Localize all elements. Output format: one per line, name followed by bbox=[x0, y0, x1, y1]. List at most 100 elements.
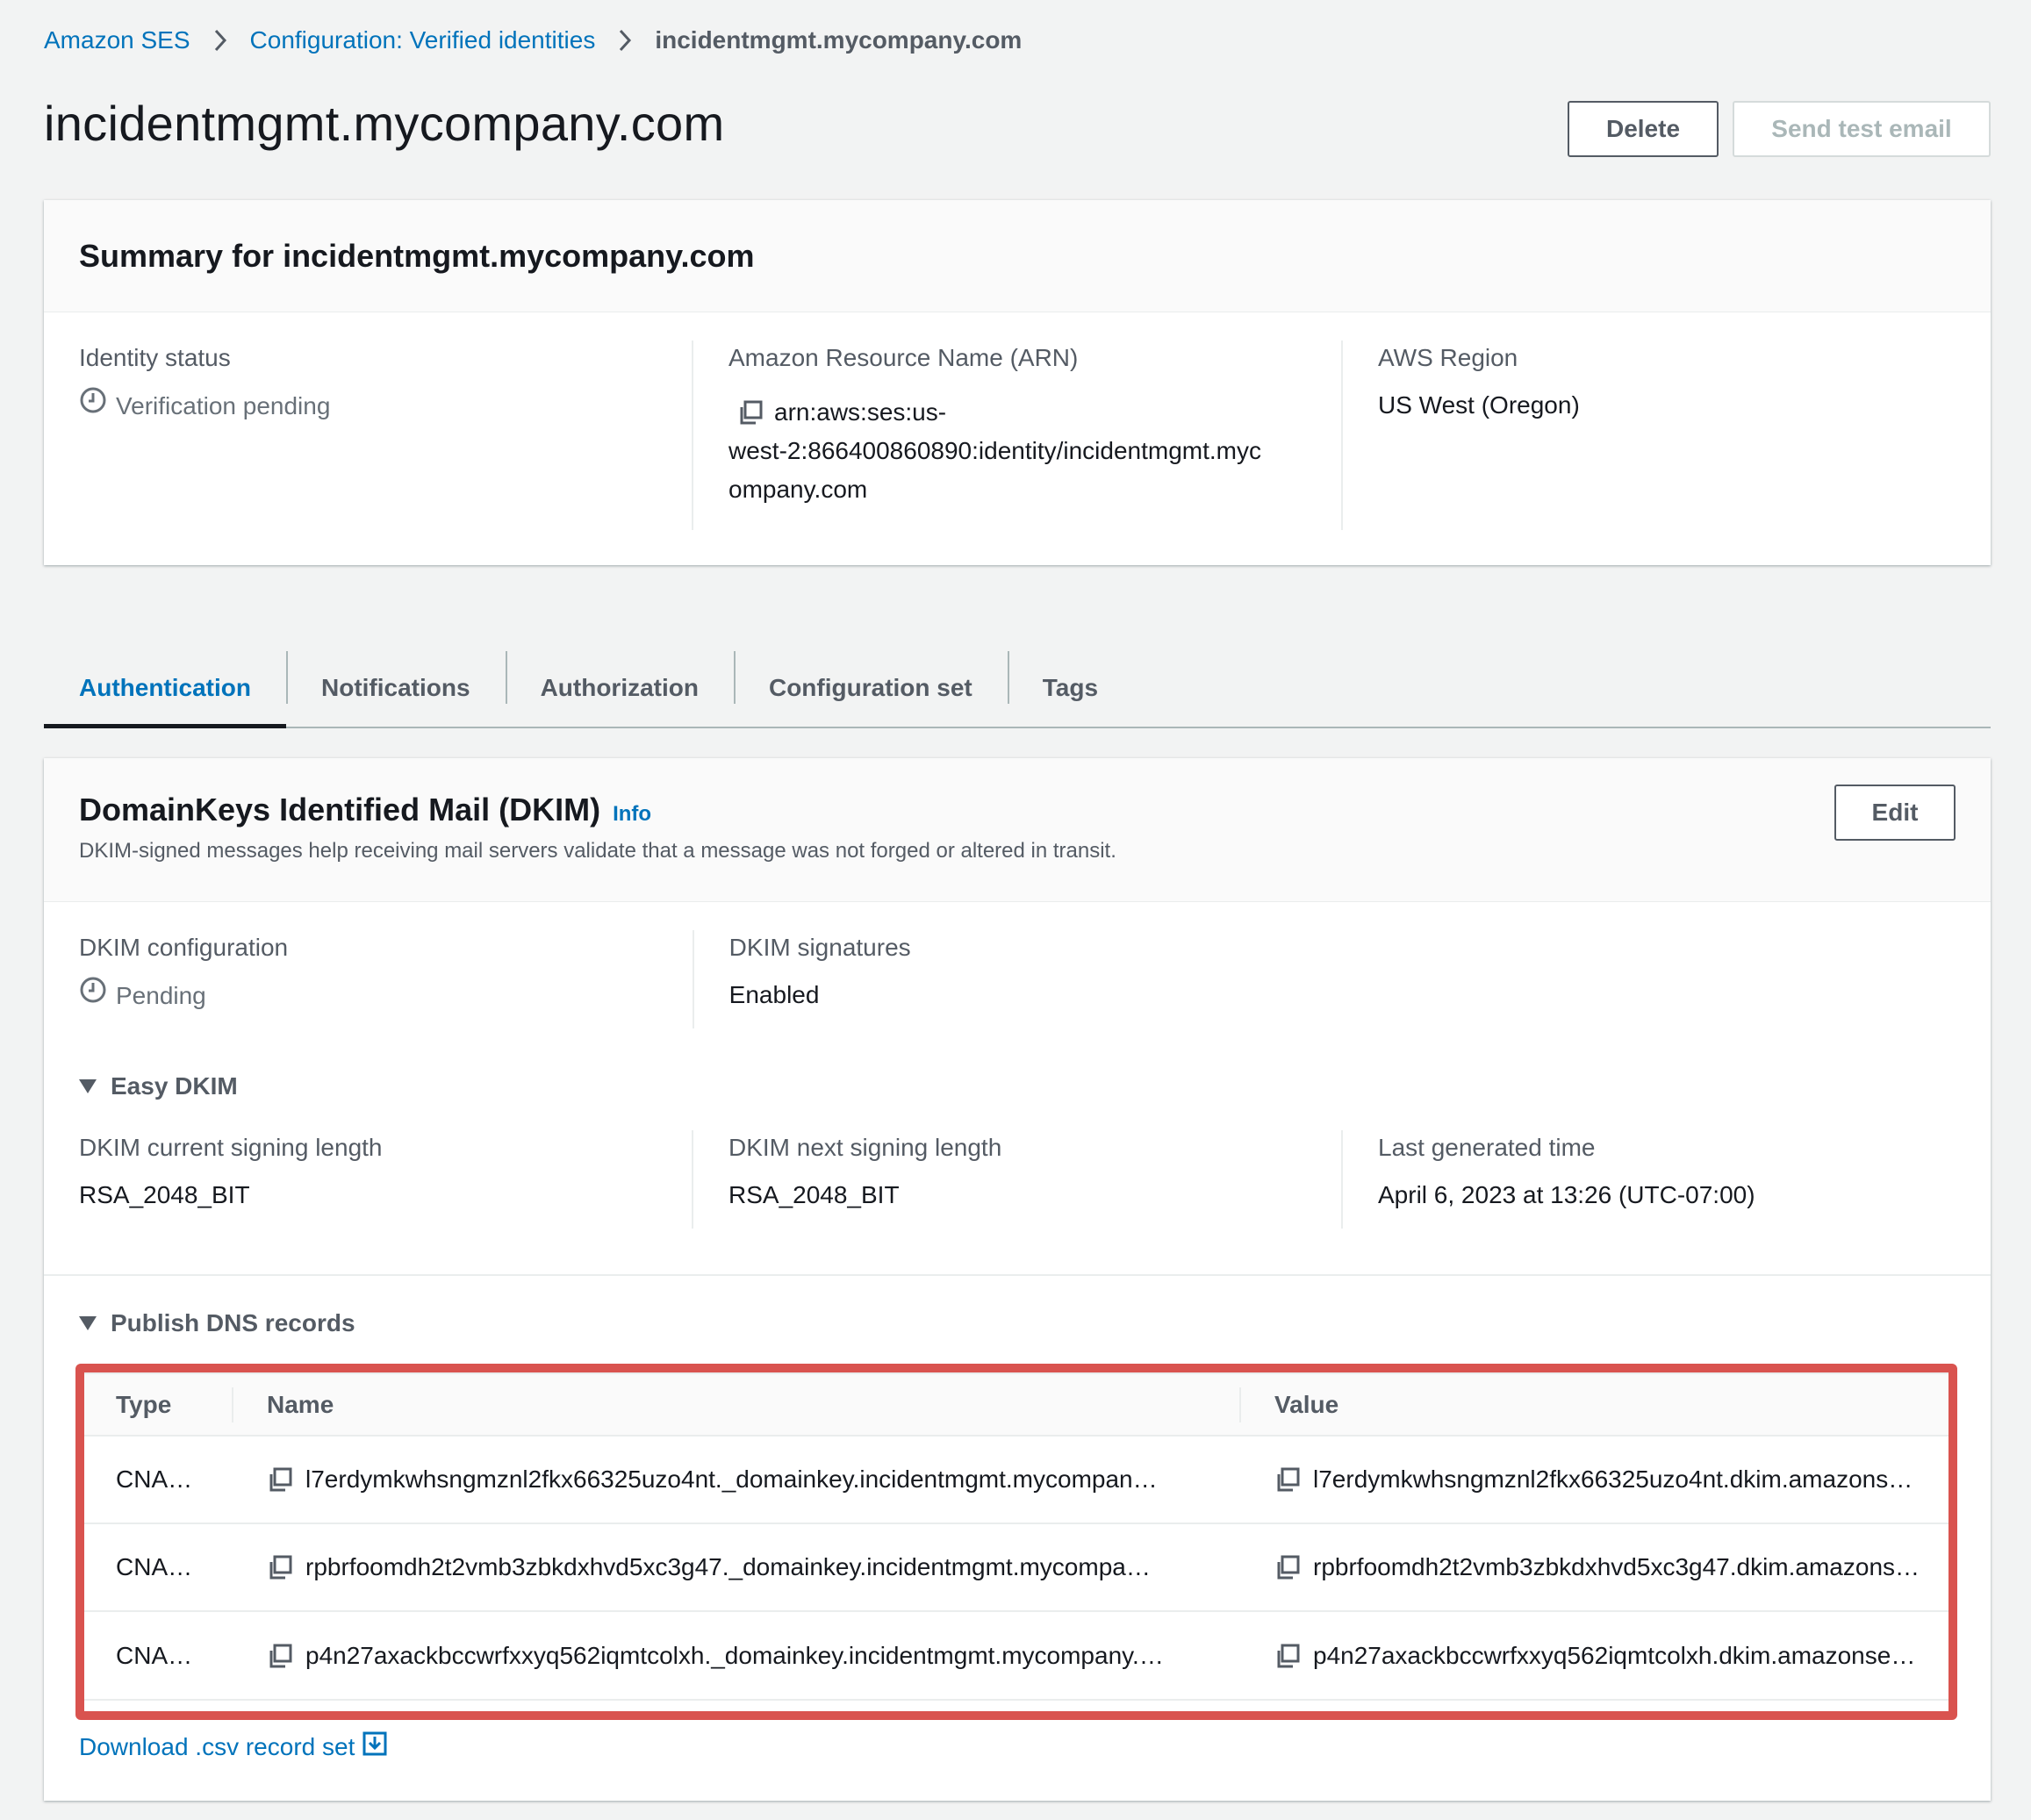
record-name-cell: rpbrfoomdh2t2vmb3zbkdxhvd5xc3g47._domain… bbox=[232, 1523, 1239, 1612]
download-csv-link[interactable]: Download .csv record set bbox=[79, 1730, 388, 1763]
dkim-config-value: Pending bbox=[79, 976, 657, 1015]
table-row: CNAME rpbrfoomdh2t2vmb3zbkdxhvd5xc3g47._… bbox=[81, 1523, 1957, 1612]
dkim-panel: DomainKeys Identified Mail (DKIM) Info D… bbox=[44, 758, 1991, 1801]
summary-header: Summary for incidentmgmt.mycompany.com bbox=[44, 200, 1991, 312]
summary-panel: Summary for incidentmgmt.mycompany.com I… bbox=[44, 200, 1991, 565]
tab-configuration-set[interactable]: Configuration set bbox=[733, 649, 1008, 727]
breadcrumb-current: incidentmgmt.mycompany.com bbox=[655, 26, 1023, 54]
next-length-label: DKIM next signing length bbox=[728, 1134, 1002, 1161]
record-value-cell: l7erdymkwhsngmznl2fkx66325uzo4nt.dkim.am… bbox=[1239, 1436, 1957, 1524]
record-name-cell: p4n27axackbccwrfxxyq562iqmtcolxh._domain… bbox=[232, 1611, 1239, 1699]
clock-icon bbox=[79, 386, 107, 426]
copy-icon[interactable] bbox=[1274, 1466, 1301, 1493]
chevron-right-icon bbox=[618, 28, 632, 53]
chevron-right-icon bbox=[213, 28, 227, 53]
clock-icon bbox=[79, 976, 107, 1015]
next-length-col: DKIM next signing length RSA_2048_BIT bbox=[692, 1130, 1341, 1229]
identity-status-col: Identity status Verification pending bbox=[44, 340, 692, 530]
record-value-cell: p4n27axackbccwrfxxyq562iqmtcolxh.dkim.am… bbox=[1239, 1611, 1957, 1699]
summary-grid: Identity status Verification pending Ama… bbox=[44, 340, 1991, 530]
tab-notifications[interactable]: Notifications bbox=[286, 649, 506, 727]
current-length-value: RSA_2048_BIT bbox=[79, 1181, 250, 1208]
identity-status-label: Identity status bbox=[79, 344, 231, 371]
easy-dkim-toggle[interactable]: Easy DKIM bbox=[79, 1072, 238, 1100]
record-name: rpbrfoomdh2t2vmb3zbkdxhvd5xc3g47._domain… bbox=[305, 1553, 1151, 1580]
region-label: AWS Region bbox=[1378, 344, 1518, 371]
copy-icon[interactable] bbox=[267, 1554, 293, 1580]
summary-heading: Summary for incidentmgmt.mycompany.com bbox=[79, 237, 755, 274]
caret-down-icon bbox=[79, 1079, 97, 1093]
divider bbox=[44, 1274, 1991, 1276]
easy-dkim-grid: DKIM current signing length RSA_2048_BIT… bbox=[44, 1130, 1991, 1229]
breadcrumb: Amazon SES Configuration: Verified ident… bbox=[44, 23, 1022, 58]
identity-status-text: Verification pending bbox=[116, 391, 331, 419]
column-header-value[interactable]: Value bbox=[1239, 1374, 1957, 1437]
record-type: CNAME bbox=[81, 1523, 232, 1612]
last-generated-value: April 6, 2023 at 13:26 (UTC-07:00) bbox=[1378, 1181, 1755, 1208]
current-length-label: DKIM current signing length bbox=[79, 1134, 383, 1161]
copy-icon[interactable] bbox=[1274, 1643, 1301, 1669]
next-length-value: RSA_2048_BIT bbox=[728, 1181, 900, 1208]
empty-col bbox=[1342, 930, 1991, 1028]
tab-bar: Authentication Notifications Authorizati… bbox=[44, 649, 1991, 728]
current-length-col: DKIM current signing length RSA_2048_BIT bbox=[44, 1130, 692, 1229]
breadcrumb-verified-identities[interactable]: Configuration: Verified identities bbox=[250, 26, 596, 54]
dns-records-table: Type Name Value CNAME l7erdymkwhsngmznl2… bbox=[79, 1372, 1957, 1701]
record-type: CNAME bbox=[116, 1641, 205, 1669]
record-name: l7erdymkwhsngmznl2fkx66325uzo4nt._domain… bbox=[305, 1465, 1158, 1493]
dkim-heading: DomainKeys Identified Mail (DKIM) bbox=[79, 792, 601, 828]
easy-dkim-label: Easy DKIM bbox=[111, 1072, 238, 1100]
record-value-cell: rpbrfoomdh2t2vmb3zbkdxhvd5xc3g47.dkim.am… bbox=[1239, 1523, 1957, 1612]
dkim-description: DKIM-signed messages help receiving mail… bbox=[79, 839, 1116, 863]
dkim-signatures-col: DKIM signatures Enabled bbox=[692, 930, 1343, 1028]
region-value: US West (Oregon) bbox=[1378, 391, 1580, 419]
region-col: AWS Region US West (Oregon) bbox=[1341, 340, 1991, 530]
caret-down-icon bbox=[79, 1316, 97, 1330]
tab-authorization[interactable]: Authorization bbox=[505, 649, 734, 727]
table-header-row: Type Name Value bbox=[81, 1374, 1957, 1437]
delete-button[interactable]: Delete bbox=[1568, 101, 1719, 157]
identity-status-value: Verification pending bbox=[79, 386, 657, 426]
arn-line-3: ompany.com bbox=[728, 476, 868, 503]
copy-icon[interactable] bbox=[737, 399, 764, 426]
column-header-type[interactable]: Type bbox=[81, 1374, 232, 1437]
tab-tags[interactable]: Tags bbox=[1007, 649, 1133, 727]
header-actions: Delete Send test email bbox=[1568, 101, 1991, 157]
record-name: p4n27axackbccwrfxxyq562iqmtcolxh._domain… bbox=[305, 1641, 1164, 1669]
dkim-config-grid: DKIM configuration Pending DKIM signatur… bbox=[44, 930, 1991, 1028]
edit-button[interactable]: Edit bbox=[1834, 785, 1956, 841]
record-type: CNAME bbox=[81, 1436, 232, 1524]
info-link[interactable]: Info bbox=[613, 802, 651, 827]
tab-authentication[interactable]: Authentication bbox=[44, 649, 286, 728]
breadcrumb-amazon-ses[interactable]: Amazon SES bbox=[44, 26, 190, 54]
dkim-header: DomainKeys Identified Mail (DKIM) Info D… bbox=[44, 758, 1991, 902]
table-row: CNAME p4n27axackbccwrfxxyq562iqmtcolxh._… bbox=[81, 1611, 1957, 1699]
arn-value: arn:aws:ses:us- west-2:866400860890:iden… bbox=[728, 393, 1306, 509]
record-value: p4n27axackbccwrfxxyq562iqmtcolxh.dkim.am… bbox=[1313, 1641, 1922, 1669]
dkim-signatures-label: DKIM signatures bbox=[728, 934, 911, 961]
column-header-name[interactable]: Name bbox=[232, 1374, 1239, 1437]
dkim-signatures-value: Enabled bbox=[728, 981, 820, 1008]
download-icon bbox=[362, 1730, 388, 1763]
record-name-cell: l7erdymkwhsngmznl2fkx66325uzo4nt._domain… bbox=[232, 1436, 1239, 1524]
publish-dns-label: Publish DNS records bbox=[111, 1309, 355, 1336]
arn-line-1: arn:aws:ses:us- bbox=[774, 398, 947, 426]
copy-icon[interactable] bbox=[267, 1466, 293, 1493]
send-test-email-button[interactable]: Send test email bbox=[1733, 101, 1991, 157]
table-row: CNAME l7erdymkwhsngmznl2fkx66325uzo4nt._… bbox=[81, 1436, 1957, 1524]
dkim-config-text: Pending bbox=[116, 981, 206, 1009]
arn-line-2: west-2:866400860890:identity/incidentmgm… bbox=[728, 437, 1262, 464]
dkim-config-label: DKIM configuration bbox=[79, 934, 289, 961]
page-title: incidentmgmt.mycompany.com bbox=[44, 96, 725, 151]
publish-dns-toggle[interactable]: Publish DNS records bbox=[79, 1309, 355, 1337]
last-generated-label: Last generated time bbox=[1378, 1134, 1596, 1161]
arn-label: Amazon Resource Name (ARN) bbox=[728, 344, 1079, 371]
copy-icon[interactable] bbox=[267, 1643, 293, 1669]
record-value: rpbrfoomdh2t2vmb3zbkdxhvd5xc3g47.dkim.am… bbox=[1313, 1553, 1920, 1580]
last-generated-col: Last generated time April 6, 2023 at 13:… bbox=[1341, 1130, 1991, 1229]
copy-icon[interactable] bbox=[1274, 1554, 1301, 1580]
record-value: l7erdymkwhsngmznl2fkx66325uzo4nt.dkim.am… bbox=[1313, 1465, 1922, 1493]
dkim-config-col: DKIM configuration Pending bbox=[44, 930, 693, 1028]
arn-col: Amazon Resource Name (ARN) arn:aws:ses:u… bbox=[692, 340, 1341, 530]
download-csv-label: Download .csv record set bbox=[79, 1732, 355, 1760]
